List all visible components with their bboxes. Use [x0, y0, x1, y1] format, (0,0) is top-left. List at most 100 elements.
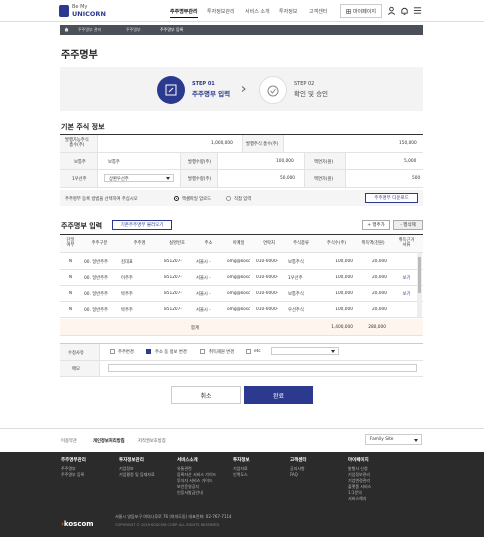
user-icon[interactable] — [387, 6, 396, 15]
mypage-button[interactable]: 마이페이지 — [340, 4, 382, 18]
load-existing-button[interactable]: 기존주주명부 불러오기 — [112, 220, 172, 230]
footer-col-head[interactable]: 투자정보 — [233, 457, 250, 463]
nav-service-intro[interactable]: 서비스 소개 — [245, 8, 270, 15]
footer-link[interactable]: 인맥도스 — [233, 472, 248, 478]
table-cell: 851207- — [164, 307, 182, 312]
chk-etc[interactable] — [246, 349, 251, 354]
footer-col-head[interactable]: 고객센터 — [290, 457, 307, 463]
value-common-qty: 100,000 — [276, 159, 294, 164]
table-cell: 서울시 - — [196, 260, 211, 265]
preferred-type-select[interactable]: 상환우선주 — [104, 174, 174, 182]
value-common-par: 5,000 — [404, 159, 417, 164]
complete-button[interactable]: 완료 — [244, 386, 313, 404]
chk-funding-change[interactable] — [200, 349, 205, 354]
table-scrollbar[interactable] — [417, 253, 422, 317]
table-cell: 100,000 — [335, 291, 353, 296]
radio-excel-upload[interactable] — [174, 196, 179, 201]
label-preferred: 1우선주 — [72, 177, 87, 182]
total-shares: 1,400,000 — [331, 325, 353, 330]
footer-address: 서울시 영등포구 여의나루로 76 (여의도동) 대표전화: 02-767-71… — [115, 514, 232, 519]
column-header: 주주구분 — [91, 241, 108, 246]
chk-funding-label: 취득재원 변경 — [209, 350, 235, 355]
table-cell: 851207- — [164, 259, 182, 264]
chk-address-change[interactable] — [146, 349, 151, 354]
footer-link-copyright[interactable]: 저작권보호방침 — [138, 438, 166, 444]
label-common: 보통주 — [74, 160, 86, 165]
footer-link-terms[interactable]: 이용약관 — [61, 438, 77, 444]
chk-shareholder-label: 주주변경 — [118, 350, 134, 355]
view-document-link[interactable]: 보기 — [393, 275, 420, 281]
table-cell: 우선주식 — [288, 308, 304, 313]
footer-link[interactable]: FAQ — [290, 472, 298, 478]
breadcrumb-item-2[interactable]: 주주명부 — [126, 27, 141, 33]
delete-row-button[interactable]: - 행삭제 — [393, 220, 423, 230]
add-row-button[interactable]: + 행추가 — [362, 220, 390, 230]
table-cell: omg@koscom.- — [227, 259, 250, 264]
table-cell: N — [68, 291, 73, 296]
column-header: 이메일 — [232, 241, 245, 246]
stock-info-title: 기본 주식 정보 — [61, 123, 105, 131]
note-input[interactable] — [108, 364, 417, 372]
column-header: 주소 — [204, 241, 213, 246]
table-cell: 010-0000- — [256, 275, 279, 280]
column-header: 주식수(주) — [326, 241, 347, 246]
column-header: 취득액(천원) — [361, 241, 385, 246]
table-cell: 00. 일반주주 — [84, 276, 109, 281]
table-cell: 박주주 — [121, 292, 133, 297]
table-cell: omg@koscom.- — [227, 307, 250, 312]
entry-title: 주주명부 입력 — [61, 222, 103, 230]
footer-col-head[interactable]: 마이페이지 — [348, 457, 369, 463]
nav-investment-info[interactable]: 투자정보 — [279, 8, 297, 15]
label-authorized-shares: 발행가능주식 총수(주) — [65, 138, 89, 148]
footer-col-head[interactable]: 투자정보관리 — [119, 457, 144, 463]
breadcrumb-item-3: 주주명부 등록 — [160, 27, 184, 32]
scrollbar-thumb[interactable] — [418, 257, 421, 293]
table-cell: omg@koscom.- — [227, 291, 250, 296]
stock-info-table: 발행가능주식 총수(주) 1,000,000 발행주식 총수(주) 150,00… — [60, 134, 423, 188]
footer-link[interactable]: 주주명부 등록 — [61, 472, 84, 478]
footer-link[interactable]: 기업평정 및 등재자료 — [119, 472, 155, 478]
footer-link[interactable]: 서비스해지 — [348, 496, 366, 502]
table-cell: 00. 일반주주 — [84, 308, 109, 313]
nav-investment-mgmt[interactable]: 투자정보관리 — [207, 8, 235, 15]
logo-mark — [59, 5, 69, 17]
table-cell: N — [68, 307, 73, 312]
value-preferred-par: 500 — [412, 176, 421, 181]
footer-link-privacy[interactable]: 개인정보처리방침 — [93, 438, 125, 444]
family-site-select[interactable]: Family Site — [365, 434, 422, 445]
step1-number: STEP 01 — [192, 81, 215, 87]
table-cell: 100,000 — [335, 307, 353, 312]
home-icon[interactable] — [64, 27, 69, 32]
step2-label: 확인 및 승인 — [294, 90, 329, 98]
footer-col-head[interactable]: 서비스소개 — [177, 457, 198, 463]
table-cell: omg@koscom.- — [227, 275, 250, 280]
table-cell: 00. 일반주주 — [84, 260, 109, 265]
footer-col-head[interactable]: 주주명부관리 — [61, 457, 86, 463]
bell-icon[interactable] — [400, 6, 409, 15]
nav-shareholder-mgmt[interactable]: 주주명부관리 — [170, 8, 198, 18]
total-label: 합계 — [191, 326, 199, 331]
etc-select[interactable] — [271, 347, 339, 355]
modify-section: 수정사유 주주변경 주소 등 정보 변경 취득재원 변경 etc 메모 — [60, 343, 423, 377]
total-amount: 280,000 — [368, 325, 386, 330]
chevron-down-icon — [331, 350, 335, 353]
column-header: 주주명 — [133, 241, 146, 246]
value-authorized-shares: 1,000,000 — [211, 141, 233, 146]
footer-link[interactable]: 인증서발급안내 — [177, 490, 203, 496]
note-label: 메모 — [72, 367, 80, 372]
view-document-link[interactable]: 보기 — [393, 291, 420, 297]
cancel-button[interactable]: 취소 — [171, 386, 241, 404]
modify-label: 수정사유 — [68, 351, 84, 356]
brand-logo[interactable]: Be My UNICORN — [59, 4, 107, 20]
nav-customer-center[interactable]: 고객센터 — [309, 8, 327, 15]
chk-shareholder-change[interactable] — [110, 349, 115, 354]
table-cell: 20,000 — [371, 259, 387, 264]
table-cell: 100,000 — [335, 275, 353, 280]
menu-icon[interactable] — [413, 6, 422, 15]
radio-direct-input[interactable] — [226, 196, 231, 201]
download-register-button[interactable]: 주주명부 다운로드 — [365, 193, 418, 203]
table-cell: 851207- — [164, 275, 182, 280]
table-cell: 보통주식 — [288, 260, 304, 265]
breadcrumb-item-1[interactable]: 주주명부 관리 — [78, 27, 101, 33]
table-cell: 20,000 — [371, 291, 387, 296]
